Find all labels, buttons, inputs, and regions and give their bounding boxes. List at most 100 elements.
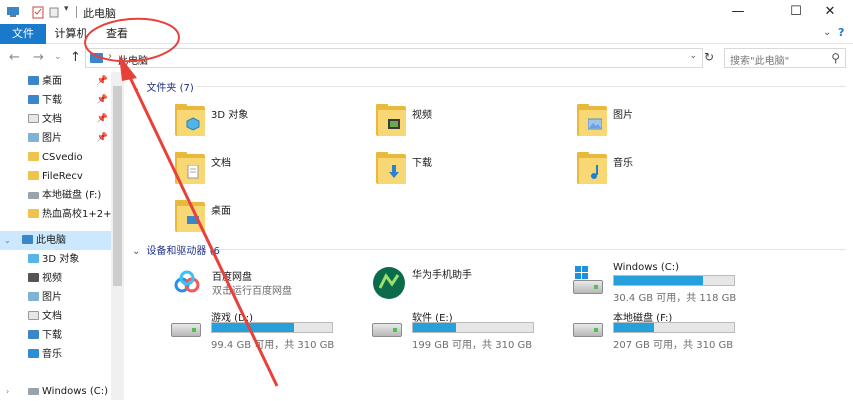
downloads-folder-icon xyxy=(28,95,39,104)
sidebar-item-downloads[interactable]: 下载 📌 xyxy=(0,91,111,110)
this-pc-icon xyxy=(22,235,33,244)
quick-access-dropdown-icon[interactable]: ▾ xyxy=(64,4,69,18)
sidebar-item-drive-f[interactable]: 本地磁盘 (F:) xyxy=(0,186,111,205)
address-dropdown-icon[interactable]: ⌄ xyxy=(689,51,697,61)
sidebar-item-csvedio[interactable]: CSvedio xyxy=(0,148,111,167)
sidebar-item-music[interactable]: 音乐 xyxy=(0,345,111,364)
sidebar-item-label: 音乐 xyxy=(42,349,62,360)
sidebar-item-documents[interactable]: 文档 📌 xyxy=(0,110,111,129)
forward-button[interactable]: → xyxy=(33,50,44,65)
collapse-chevron-icon[interactable]: ⌄ xyxy=(132,246,140,257)
sidebar-item-windows-c[interactable]: › Windows (C:) xyxy=(0,382,111,401)
up-button[interactable]: ↑ xyxy=(70,50,81,65)
baidu-netdisk-icon xyxy=(174,270,200,293)
group-header-devices[interactable]: ⌄ 设备和驱动器 (6 xyxy=(132,242,220,257)
folder-item-3d-objects[interactable]: 3D 对象 xyxy=(175,98,355,142)
expand-chevron-icon[interactable]: › xyxy=(6,382,9,401)
sidebar-item-pictures-2[interactable]: 图片 xyxy=(0,288,111,307)
3d-objects-icon xyxy=(175,104,205,136)
folder-label: 图片 xyxy=(613,110,633,121)
folder-icon xyxy=(28,152,39,161)
drive-item-f[interactable]: 本地磁盘 (F:) 207 GB 可用，共 310 GB xyxy=(573,309,763,351)
sidebar-item-label: 热血高校1+2+3 xyxy=(42,209,111,220)
windows-drive-icon xyxy=(28,388,39,395)
sidebar-item-3d-objects[interactable]: 3D 对象 xyxy=(0,250,111,269)
ribbon-collapse-icon[interactable]: ⌄ xyxy=(823,27,831,38)
group-divider xyxy=(196,86,846,87)
drive-icon xyxy=(28,192,39,199)
refresh-button[interactable]: ↻ xyxy=(704,50,714,64)
quick-access-separator xyxy=(76,6,77,18)
new-folder-quick-icon[interactable] xyxy=(49,5,59,19)
breadcrumb-this-pc[interactable]: 此电脑 xyxy=(118,52,148,67)
pictures-folder-icon xyxy=(28,133,39,142)
music-folder-icon xyxy=(577,152,607,184)
navigation-scrollbar[interactable] xyxy=(111,72,124,400)
sidebar-item-label: 图片 xyxy=(42,133,62,144)
group-header-label: 设备和驱动器 (6 xyxy=(146,246,220,257)
sidebar-item-label: 视频 xyxy=(42,273,62,284)
tab-computer[interactable]: 计算机 xyxy=(54,24,88,44)
collapse-chevron-icon[interactable]: ⌄ xyxy=(132,83,140,94)
sidebar-item-label: 下载 xyxy=(42,95,62,106)
sidebar-item-this-pc[interactable]: ⌄ 此电脑 xyxy=(0,231,111,250)
tab-file[interactable]: 文件 xyxy=(0,24,46,44)
folder-label: 文档 xyxy=(211,158,231,169)
folder-item-documents[interactable]: 文档 xyxy=(175,146,355,190)
tab-view[interactable]: 查看 xyxy=(106,24,128,44)
ribbon-tabs: 文件 计算机 查看 ⌄ ? xyxy=(0,24,853,44)
drive-item-d[interactable]: 游戏 (D:) 99.4 GB 可用，共 310 GB xyxy=(171,309,361,351)
drive-usage-fill xyxy=(614,276,703,285)
sidebar-item-downloads-2[interactable]: 下载 xyxy=(0,326,111,345)
folder-label: 3D 对象 xyxy=(211,110,249,121)
pictures-folder-icon xyxy=(28,292,39,301)
windows-drive-icon xyxy=(573,280,603,294)
search-box[interactable]: 搜索"此电脑" ⚲ xyxy=(724,48,846,68)
minimize-button[interactable]: — xyxy=(715,0,761,24)
sidebar-item-rexue[interactable]: 热血高校1+2+3 xyxy=(0,205,111,224)
app-item-baidu-netdisk[interactable]: 百度网盘 双击运行百度网盘 xyxy=(172,266,362,306)
folder-icon xyxy=(28,171,39,180)
folder-item-pictures[interactable]: 图片 xyxy=(577,98,757,142)
folder-label: 视频 xyxy=(412,110,432,121)
recent-locations-icon[interactable]: ⌄ xyxy=(54,52,62,62)
folder-item-downloads[interactable]: 下载 xyxy=(376,146,556,190)
address-bar[interactable]: › 此电脑 ⌄ xyxy=(85,48,703,68)
app-subtitle: 双击运行百度网盘 xyxy=(212,286,292,297)
sidebar-item-label: 桌面 xyxy=(42,76,62,87)
close-button[interactable]: ✕ xyxy=(807,0,853,24)
sidebar-item-label: CSvedio xyxy=(42,152,83,163)
sidebar-item-label: 文档 xyxy=(42,311,62,322)
back-button[interactable]: ← xyxy=(9,50,20,65)
drive-usage-fill xyxy=(212,323,294,332)
app-item-huawei-hisuite[interactable]: 华为手机助手 xyxy=(372,264,562,304)
downloads-folder-icon xyxy=(376,152,406,184)
drive-item-c[interactable]: Windows (C:) 30.4 GB 可用，共 118 GB xyxy=(573,262,763,304)
sidebar-item-filerecv[interactable]: FileRecv xyxy=(0,167,111,186)
drive-free-space: 99.4 GB 可用，共 310 GB xyxy=(211,340,335,351)
drive-item-e[interactable]: 软件 (E:) 199 GB 可用，共 310 GB xyxy=(372,309,562,351)
folder-item-videos[interactable]: 视频 xyxy=(376,98,556,142)
sidebar-item-videos[interactable]: 视频 xyxy=(0,269,111,288)
folder-item-music[interactable]: 音乐 xyxy=(577,146,757,190)
group-header-folders[interactable]: ⌄ 文件夹 (7) xyxy=(132,79,194,94)
help-icon[interactable]: ? xyxy=(838,26,844,39)
drive-icon xyxy=(171,323,201,337)
sidebar-item-pictures[interactable]: 图片 📌 xyxy=(0,129,111,148)
search-icon[interactable]: ⚲ xyxy=(831,51,840,65)
breadcrumb-chevron-icon[interactable]: › xyxy=(108,51,112,62)
drive-icon xyxy=(573,323,603,337)
this-pc-app-icon xyxy=(7,7,19,17)
properties-quick-icon[interactable] xyxy=(32,5,44,19)
desktop-folder-icon xyxy=(175,200,205,232)
sidebar-item-documents-2[interactable]: 文档 xyxy=(0,307,111,326)
sidebar-item-desktop[interactable]: 桌面 📌 xyxy=(0,72,111,91)
window-title: 此电脑 xyxy=(83,7,116,20)
folder-item-desktop[interactable]: 桌面 xyxy=(175,194,355,238)
drive-free-space: 199 GB 可用，共 310 GB xyxy=(412,340,533,351)
this-pc-icon xyxy=(90,53,103,63)
expand-chevron-icon[interactable]: ⌄ xyxy=(4,231,11,250)
scrollbar-thumb[interactable] xyxy=(113,86,122,286)
app-label: 华为手机助手 xyxy=(412,270,472,281)
desktop-folder-icon xyxy=(28,76,39,85)
